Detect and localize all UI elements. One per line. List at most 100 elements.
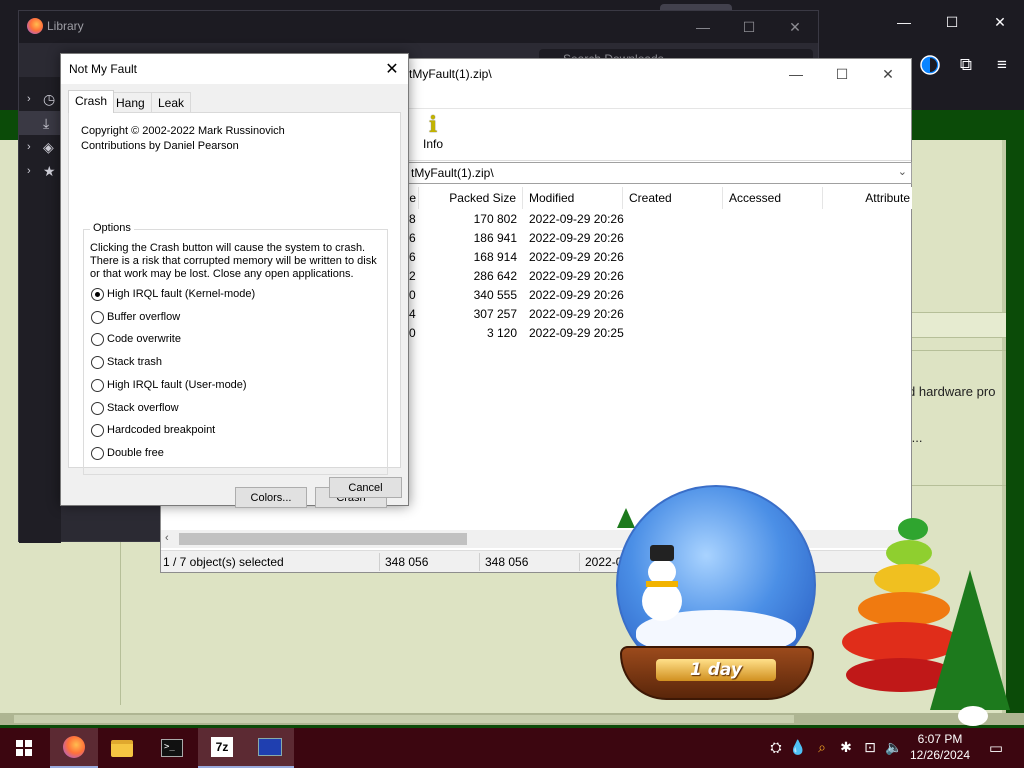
- library-window-controls: — ☐ ✕: [680, 11, 818, 43]
- page-row: [910, 312, 1006, 338]
- column-created[interactable]: Created: [623, 187, 723, 209]
- clock[interactable]: 6:07 PM 12/26/2024: [906, 731, 974, 763]
- library-title: Library: [47, 19, 84, 33]
- close-button[interactable]: ✕: [772, 11, 818, 43]
- profile-icon[interactable]: [912, 50, 948, 80]
- cell-size: 2: [409, 269, 416, 283]
- radio-button[interactable]: [91, 378, 104, 392]
- page-horizontal-scrollbar[interactable]: [0, 713, 1024, 725]
- cell-size: 0: [409, 326, 416, 340]
- dialog-title: Not My Fault: [69, 62, 138, 76]
- drop-icon[interactable]: 💧: [788, 739, 808, 756]
- volume-muted-icon[interactable]: 🔈: [884, 739, 904, 756]
- cell-modified: 2022-09-29 20:25: [529, 326, 624, 340]
- star-icon: ★: [43, 162, 56, 179]
- notification-icon: ▭: [988, 740, 1004, 757]
- page-divider: [910, 350, 1006, 351]
- taskbar-7zip[interactable]: 7z: [198, 728, 246, 768]
- chevron-right-icon: ›: [27, 141, 31, 153]
- radio-high-irql-kernel[interactable]: High IRQL fault (Kernel-mode): [91, 286, 255, 302]
- snowman-graphic: [640, 545, 684, 621]
- search-icon[interactable]: ⌕: [812, 739, 832, 756]
- radio-hardcoded-breakpoint[interactable]: Hardcoded breakpoint: [91, 422, 215, 438]
- firefox-window-controls: — ☐ ✕: [880, 0, 1024, 44]
- column-attributes[interactable]: Attribute: [823, 187, 912, 209]
- radio-stack-trash[interactable]: Stack trash: [91, 354, 162, 370]
- clock-time: 6:07 PM: [917, 732, 963, 746]
- colors-button[interactable]: Colors...: [235, 487, 307, 508]
- column-modified[interactable]: Modified: [523, 187, 623, 209]
- start-button[interactable]: [0, 728, 48, 768]
- chevron-down-icon[interactable]: ⌄: [898, 165, 907, 178]
- cell-modified: 2022-09-29 20:26: [529, 231, 624, 245]
- menu-icon[interactable]: ≡: [984, 50, 1020, 80]
- copyright-text: Copyright © 2002-2022 Mark Russinovich: [81, 125, 285, 137]
- 7zip-icon: 7z: [211, 737, 233, 757]
- minimize-button[interactable]: —: [880, 0, 928, 44]
- sidebar-item-downloads[interactable]: ⤓: [19, 111, 61, 135]
- window-title: tMyFault(1).zip\: [409, 67, 492, 81]
- taskbar: >_ 7z ⛭ 💧 ⌕ ✱ ⊡ 🔈 6:07 PM 12/26/2024 ▭: [0, 728, 1024, 768]
- taskbar-terminal[interactable]: >_: [148, 728, 196, 768]
- warning-text: Clicking the Crash button will cause the…: [90, 242, 366, 254]
- radio-button[interactable]: [91, 332, 104, 346]
- column-packed-size[interactable]: Packed Size: [423, 187, 523, 209]
- chevron-right-icon: ›: [27, 165, 31, 177]
- sidebar-item-bookmarks[interactable]: › ★: [19, 159, 61, 183]
- radio-double-free[interactable]: Double free: [91, 445, 164, 461]
- maximize-button[interactable]: ☐: [819, 59, 865, 89]
- scrollbar-thumb[interactable]: [179, 533, 467, 545]
- radio-stack-overflow[interactable]: Stack overflow: [91, 400, 179, 416]
- network-icon[interactable]: ⊡: [860, 739, 880, 756]
- snowflake-icon[interactable]: ✱: [836, 739, 856, 756]
- close-button[interactable]: ✕: [976, 0, 1024, 44]
- taskbar-notmyfault[interactable]: [246, 728, 294, 768]
- firefox-icon: [63, 736, 85, 758]
- options-label: Options: [90, 222, 134, 234]
- cancel-button[interactable]: Cancel: [329, 477, 402, 498]
- terminal-icon: >_: [161, 739, 183, 757]
- taskbar-file-explorer[interactable]: [98, 728, 146, 768]
- firefox-icon: [27, 18, 43, 34]
- tab-crash[interactable]: Crash: [68, 90, 115, 113]
- maximize-button[interactable]: ☐: [726, 11, 772, 43]
- notmyfault-icon: [258, 738, 282, 756]
- notification-button[interactable]: ▭: [976, 728, 1016, 768]
- scrollbar-thumb[interactable]: [14, 715, 794, 723]
- radio-button[interactable]: [91, 287, 104, 301]
- hidden-icons-icon[interactable]: ⛭: [766, 739, 786, 756]
- radio-buffer-overflow[interactable]: Buffer overflow: [91, 309, 180, 325]
- radio-button[interactable]: [91, 401, 104, 415]
- maximize-button[interactable]: ☐: [928, 0, 976, 44]
- cell-packed: 286 642: [473, 269, 517, 283]
- radio-button[interactable]: [91, 310, 104, 324]
- sidebar-item-tags[interactable]: › ◈: [19, 135, 61, 159]
- column-accessed[interactable]: Accessed: [723, 187, 823, 209]
- minimize-button[interactable]: —: [680, 11, 726, 43]
- notmyfault-dialog: Not My Fault ✕ Crash Hang Leak Copyright…: [60, 53, 409, 508]
- radio-high-irql-user[interactable]: High IRQL fault (User-mode): [91, 377, 247, 393]
- radio-button[interactable]: [91, 423, 104, 437]
- chevron-left-icon[interactable]: ‹: [165, 532, 169, 544]
- radio-code-overwrite[interactable]: Code overwrite: [91, 331, 181, 347]
- status-size: 348 056: [385, 555, 429, 569]
- radio-button[interactable]: [91, 446, 104, 460]
- radio-button[interactable]: [91, 355, 104, 369]
- tab-leak[interactable]: Leak: [151, 92, 192, 112]
- close-button[interactable]: ✕: [865, 59, 911, 89]
- firefox-toolbar-right: ⧉ ≡: [912, 50, 1024, 80]
- taskbar-firefox[interactable]: [50, 728, 98, 768]
- info-label: Info: [422, 137, 443, 151]
- minimize-button[interactable]: —: [773, 59, 819, 89]
- extensions-icon[interactable]: ⧉: [948, 50, 984, 80]
- status-selected: 1 / 7 object(s) selected: [163, 555, 284, 569]
- tab-hang[interactable]: Hang: [109, 92, 152, 112]
- cell-packed: 170 802: [473, 212, 517, 226]
- path-text: tMyFault(1).zip\: [411, 166, 494, 180]
- sidebar-item-history[interactable]: › ◷: [19, 87, 61, 111]
- cell-size: 4: [409, 307, 416, 321]
- info-button[interactable]: i Info: [417, 113, 449, 151]
- contributions-text: Contributions by Daniel Pearson: [81, 140, 239, 152]
- folder-icon: [111, 739, 133, 757]
- close-button[interactable]: ✕: [376, 54, 408, 84]
